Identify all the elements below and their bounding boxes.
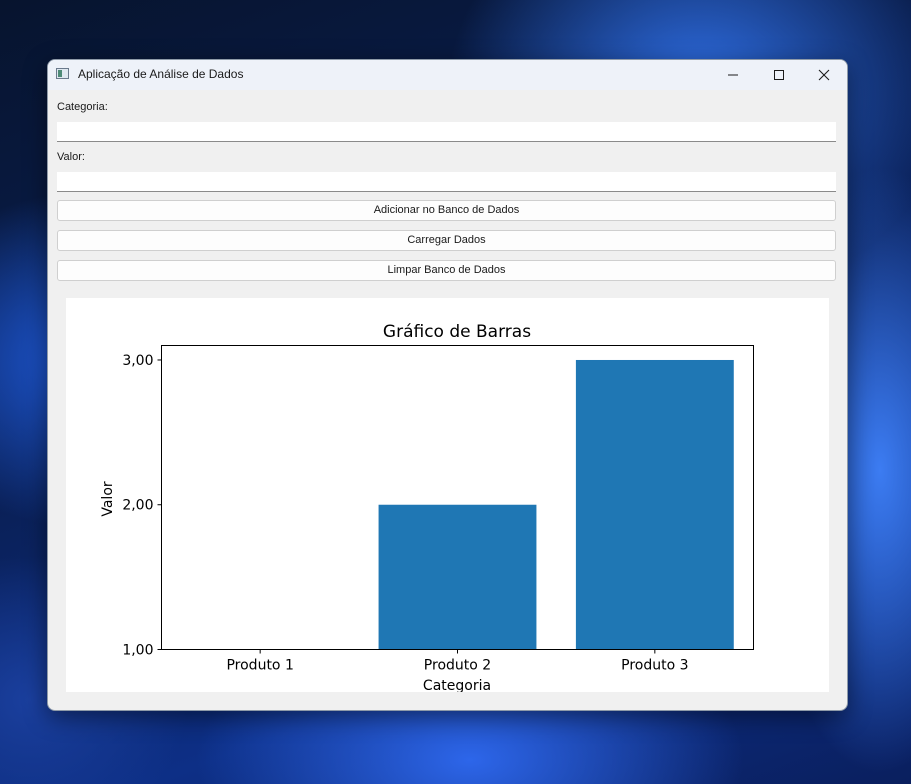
add-to-database-button[interactable]: Adicionar no Banco de Dados [57,200,836,221]
value-input[interactable] [57,172,836,192]
chart-title: Gráfico de Barras [383,322,531,342]
app-window: Aplicação de Análise de Dados Categoria:… [47,59,848,711]
close-icon [818,69,830,81]
x-tick-label: Produto 2 [424,658,491,674]
x-tick-label: Produto 3 [621,658,688,674]
maximize-icon [774,70,784,80]
x-axis-label: Categoria [423,678,491,692]
minimize-button[interactable] [710,60,756,90]
y-axis-label: Valor [100,481,116,517]
close-button[interactable] [801,60,847,90]
y-tick-label: 3,00 [122,353,153,369]
load-data-button[interactable]: Carregar Dados [57,230,836,251]
minimize-icon [728,74,738,76]
y-tick-label: 2,00 [122,498,153,514]
chart-panel: Gráfico de Barras Produto 1 Produto 2 Prod… [66,298,829,692]
category-label: Categoria: [57,101,108,113]
title-bar[interactable]: Aplicação de Análise de Dados [48,60,847,90]
clear-database-button[interactable]: Limpar Banco de Dados [57,260,836,281]
bar-2 [378,504,537,650]
y-tick-label: 1,00 [122,643,153,659]
value-label: Valor: [57,151,85,163]
app-icon [56,68,69,79]
category-input[interactable] [57,122,836,142]
window-title: Aplicação de Análise de Dados [78,67,244,81]
bar-3 [575,359,734,650]
maximize-button[interactable] [756,60,802,90]
x-tick-label: Produto 1 [226,658,293,674]
bar-chart: Gráfico de Barras Produto 1 Produto 2 Prod… [100,322,754,692]
